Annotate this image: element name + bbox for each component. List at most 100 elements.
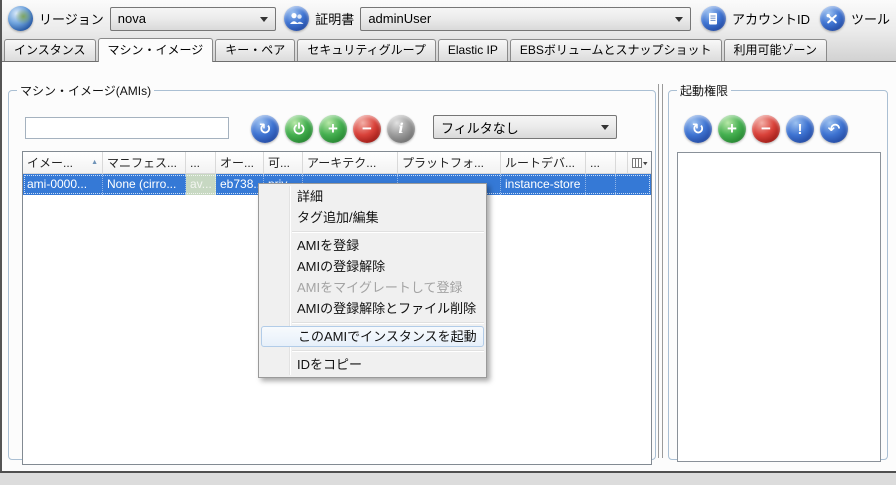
add-glyph: + xyxy=(328,120,338,137)
alert-glyph: ! xyxy=(798,122,803,137)
tab-label: Elastic IP xyxy=(448,43,498,57)
window-frame-bottom xyxy=(0,471,896,485)
context-menu-item[interactable]: AMIの登録解除 xyxy=(259,256,486,277)
tab-0[interactable]: インスタンス xyxy=(4,39,96,61)
column-label: プラットフォ... xyxy=(402,154,484,171)
panel-splitter[interactable] xyxy=(658,84,663,458)
account-id-label: アカウントID xyxy=(732,9,810,28)
tab-label: セキュリティグループ xyxy=(307,43,426,57)
alert-button[interactable]: ! xyxy=(786,115,814,143)
add-button[interactable]: + xyxy=(319,115,347,143)
info-glyph: i xyxy=(398,122,403,136)
context-menu-item[interactable]: タグ追加/編集 xyxy=(259,207,486,228)
context-menu-item[interactable]: 詳細 xyxy=(259,186,486,207)
cell-7: instance-store xyxy=(501,174,586,195)
table-header: イメー... ▲ マニフェス...... オー... 可... アーキテク... プラットフ… xyxy=(23,152,651,174)
cell-0: ami-0000... xyxy=(23,174,103,195)
column-header-4[interactable]: 可... xyxy=(264,152,303,173)
users-icon xyxy=(284,6,309,31)
document-icon[interactable] xyxy=(701,6,726,31)
remove-button[interactable]: − xyxy=(353,115,381,143)
header: リージョン nova 証明書 adminUser xyxy=(2,0,896,62)
header-filler xyxy=(616,152,628,173)
tab-5[interactable]: EBSボリュームとスナップショット xyxy=(510,39,722,61)
column-label: イメー... xyxy=(27,154,73,171)
cell-2: av... xyxy=(186,174,216,195)
column-header-0[interactable]: イメー... ▲ xyxy=(23,152,103,173)
column-label: ... xyxy=(190,156,200,170)
sort-asc-icon: ▲ xyxy=(91,159,98,166)
tab-4[interactable]: Elastic IP xyxy=(438,39,508,61)
row-filler xyxy=(616,174,651,195)
tab-1[interactable]: マシン・イメージ xyxy=(98,38,214,62)
tools-icon[interactable] xyxy=(820,6,845,31)
refresh-button[interactable]: ↻ xyxy=(684,115,712,143)
context-menu-item[interactable]: AMIを登録 xyxy=(259,235,486,256)
column-label: マニフェス... xyxy=(107,154,177,171)
region-label: リージョン xyxy=(39,9,104,28)
context-menu-item[interactable]: IDをコピー xyxy=(259,354,486,375)
top-toolbar: リージョン nova 証明書 adminUser xyxy=(2,0,896,37)
revert-glyph: ↶ xyxy=(828,122,841,137)
context-menu-item: AMIをマイグレートして登録 xyxy=(259,277,486,298)
column-header-6[interactable]: プラットフォ... xyxy=(398,152,501,173)
cell-3: eb738... xyxy=(216,174,264,195)
tools-label: ツール xyxy=(851,9,890,28)
region-value: nova xyxy=(118,11,146,26)
refresh-glyph: ↻ xyxy=(259,122,272,137)
context-menu-item[interactable]: このAMIでインスタンスを起動 xyxy=(261,326,484,347)
header-cells: イメー... ▲ マニフェス...... オー... 可... アーキテク... プラットフ… xyxy=(23,152,616,173)
cell-1: None (cirro... xyxy=(103,174,186,195)
tab-2[interactable]: キー・ペア xyxy=(215,39,295,61)
column-label: 可... xyxy=(268,154,290,171)
cell-8 xyxy=(586,174,616,195)
tab-label: インスタンス xyxy=(14,43,86,57)
column-picker-button[interactable] xyxy=(628,152,651,173)
remove-button[interactable]: − xyxy=(752,115,780,143)
region-select[interactable]: nova xyxy=(110,7,277,31)
permissions-toolbar: ↻ + −! ↶ xyxy=(684,115,848,143)
tab-label: EBSボリュームとスナップショット xyxy=(520,43,712,57)
menu-separator xyxy=(292,231,484,232)
tab-strip: インスタンス マシン・イメージ キー・ペア セキュリティグループ Elastic IP E… xyxy=(4,38,829,61)
filter-value: フィルタなし xyxy=(441,118,519,137)
column-header-8[interactable]: ... xyxy=(586,152,616,173)
filter-select[interactable]: フィルタなし xyxy=(433,115,617,139)
revert-button[interactable]: ↶ xyxy=(820,115,848,143)
tab-label: マシン・イメージ xyxy=(108,43,204,57)
ami-panel-legend: マシン・イメージ(AMIs) xyxy=(17,82,154,99)
globe-icon xyxy=(8,6,33,31)
remove-glyph: − xyxy=(761,120,771,137)
credential-value: adminUser xyxy=(368,11,431,26)
refresh-glyph: ↻ xyxy=(692,122,705,137)
refresh-button[interactable]: ↻ xyxy=(251,115,279,143)
permissions-listbox[interactable] xyxy=(677,152,881,462)
column-header-2[interactable]: ... xyxy=(186,152,216,173)
info-button[interactable]: i xyxy=(387,115,415,143)
column-header-7[interactable]: ルートデバ... xyxy=(501,152,586,173)
column-label: オー... xyxy=(220,154,254,171)
launch-permissions-panel: 起動権限 ↻ + −! ↶ xyxy=(668,82,888,460)
add-button[interactable]: + xyxy=(718,115,746,143)
context-menu-item[interactable]: AMIの登録解除とファイル削除 xyxy=(259,298,486,319)
menu-separator xyxy=(292,350,484,351)
column-label: アーキテク... xyxy=(307,154,376,171)
credential-label: 証明書 xyxy=(315,9,354,28)
ami-toolbar: ↻ +− i xyxy=(251,115,415,143)
add-glyph: + xyxy=(727,120,737,137)
power-button[interactable] xyxy=(285,115,313,143)
column-header-1[interactable]: マニフェス... xyxy=(103,152,186,173)
tab-6[interactable]: 利用可能ゾーン xyxy=(724,39,827,61)
tab-label: 利用可能ゾーン xyxy=(734,43,817,57)
column-label: ルートデバ... xyxy=(505,154,575,171)
tab-3[interactable]: セキュリティグループ xyxy=(297,39,436,61)
column-label: ... xyxy=(590,156,600,170)
credential-select[interactable]: adminUser xyxy=(360,7,691,31)
tab-label: キー・ペア xyxy=(225,43,285,57)
column-header-3[interactable]: オー... xyxy=(216,152,264,173)
permissions-legend: 起動権限 xyxy=(677,82,731,99)
ami-search-input[interactable] xyxy=(25,117,229,139)
context-menu: 詳細タグ追加/編集 AMIを登録AMIの登録解除AMIをマイグレートして登録AMI… xyxy=(258,183,487,378)
menu-separator xyxy=(292,322,484,323)
column-header-5[interactable]: アーキテク... xyxy=(303,152,398,173)
